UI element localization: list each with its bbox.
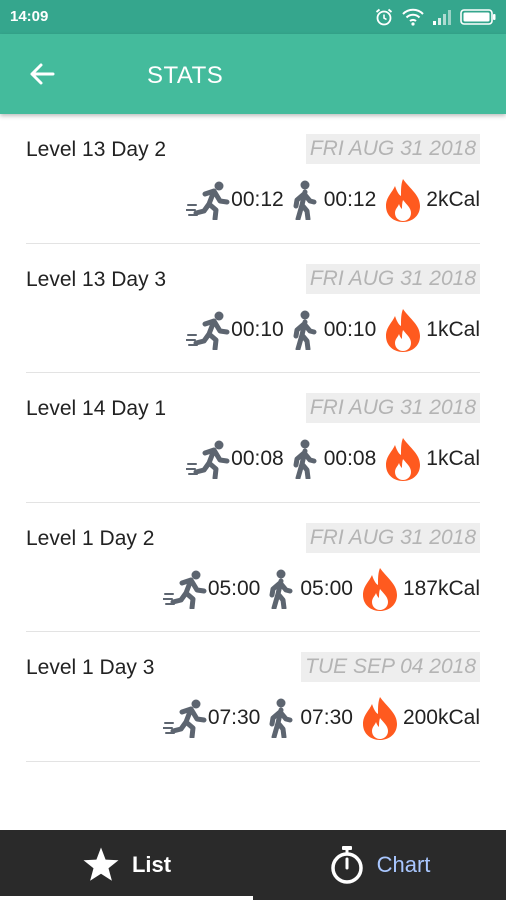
list-item[interactable]: Level 13 Day 2 FRI AUG 31 2018 00:12 00:…: [26, 114, 480, 244]
arrow-back-icon: [30, 63, 55, 85]
walking-person-icon: [291, 180, 317, 220]
calories: 1kCal: [426, 447, 480, 470]
list-item[interactable]: Level 1 Day 2 FRI AUG 31 2018 05:00 05:0…: [26, 503, 480, 632]
fire-icon: [360, 695, 400, 741]
tab-chart[interactable]: Chart: [253, 830, 506, 900]
entry-title: Level 13 Day 3: [26, 267, 167, 291]
entry-title: Level 14 Day 1: [26, 397, 167, 420]
running-person-icon: [186, 180, 230, 220]
fire-icon: [360, 566, 400, 612]
fire-icon: [383, 307, 423, 353]
app-bar: STATS: [0, 34, 506, 114]
entry-title: Level 1 Day 3: [26, 656, 155, 679]
walk-time: 07:30: [300, 706, 353, 729]
entry-stats: 07:30 07:30 200kCal: [162, 695, 480, 741]
list-item[interactable]: Level 13 Day 3 FRI AUG 31 2018 00:10 00:…: [26, 244, 480, 373]
entry-stats: 00:12 00:12 2kCal: [186, 178, 480, 222]
stats-list: Level 13 Day 2 FRI AUG 31 2018 00:12 00:…: [0, 114, 506, 762]
walk-time: 05:00: [300, 576, 353, 600]
entry-stats: 00:08 00:08 1kCal: [186, 437, 480, 481]
entry-title: Level 1 Day 2: [26, 526, 155, 550]
page-title: STATS: [147, 62, 224, 89]
status-bar: 14:09: [0, 0, 506, 34]
entry-title: Level 13 Day 2: [26, 138, 167, 161]
walking-person-icon: [267, 698, 293, 738]
entry-date: FRI AUG 31 2018: [305, 393, 480, 423]
list-item[interactable]: Level 1 Day 3 TUE SEP 04 2018 07:30 07:3…: [26, 632, 480, 762]
running-person-icon: [162, 698, 207, 738]
entry-stats: 05:00 05:00 187kCal: [162, 566, 480, 612]
alarm-icon: [375, 8, 393, 26]
signal-icon: [433, 10, 451, 25]
run-time: 05:00: [207, 576, 261, 600]
fire-icon: [383, 436, 423, 482]
star-icon: [83, 847, 119, 881]
calories: 2kCal: [426, 188, 480, 211]
run-time: 00:10: [231, 317, 284, 341]
status-time: 14:09: [10, 8, 49, 25]
entry-date: TUE SEP 04 2018: [301, 652, 480, 682]
walking-person-icon: [291, 310, 317, 350]
back-button[interactable]: [22, 56, 62, 92]
wifi-icon: [402, 8, 424, 26]
calories: 187kCal: [402, 576, 480, 600]
running-person-icon: [162, 569, 207, 609]
run-time: 07:30: [207, 706, 261, 729]
run-time: 00:08: [231, 447, 284, 470]
running-person-icon: [186, 310, 230, 350]
tab-chart-label: Chart: [376, 852, 431, 877]
walking-person-icon: [267, 569, 293, 609]
bottom-nav: List Chart: [0, 830, 506, 900]
walk-time: 00:08: [323, 447, 377, 470]
entry-stats: 00:10 00:10 1kCal: [186, 308, 480, 352]
run-time: 00:12: [231, 188, 284, 211]
tab-list-label: List: [131, 852, 172, 877]
entry-date: FRI AUG 31 2018: [305, 263, 480, 294]
stopwatch-icon: [330, 846, 363, 884]
calories: 200kCal: [402, 706, 480, 729]
running-person-icon: [186, 439, 230, 479]
fire-icon: [383, 177, 423, 223]
walking-person-icon: [291, 439, 317, 479]
walk-time: 00:10: [323, 317, 377, 341]
entry-date: FRI AUG 31 2018: [305, 134, 480, 164]
status-icons: [374, 6, 496, 28]
calories: 1kCal: [426, 317, 480, 341]
entry-date: FRI AUG 31 2018: [305, 522, 480, 553]
tab-list[interactable]: List: [0, 830, 253, 900]
walk-time: 00:12: [323, 188, 377, 211]
list-item[interactable]: Level 14 Day 1 FRI AUG 31 2018 00:08 00:…: [26, 373, 480, 503]
battery-icon: [460, 9, 496, 25]
